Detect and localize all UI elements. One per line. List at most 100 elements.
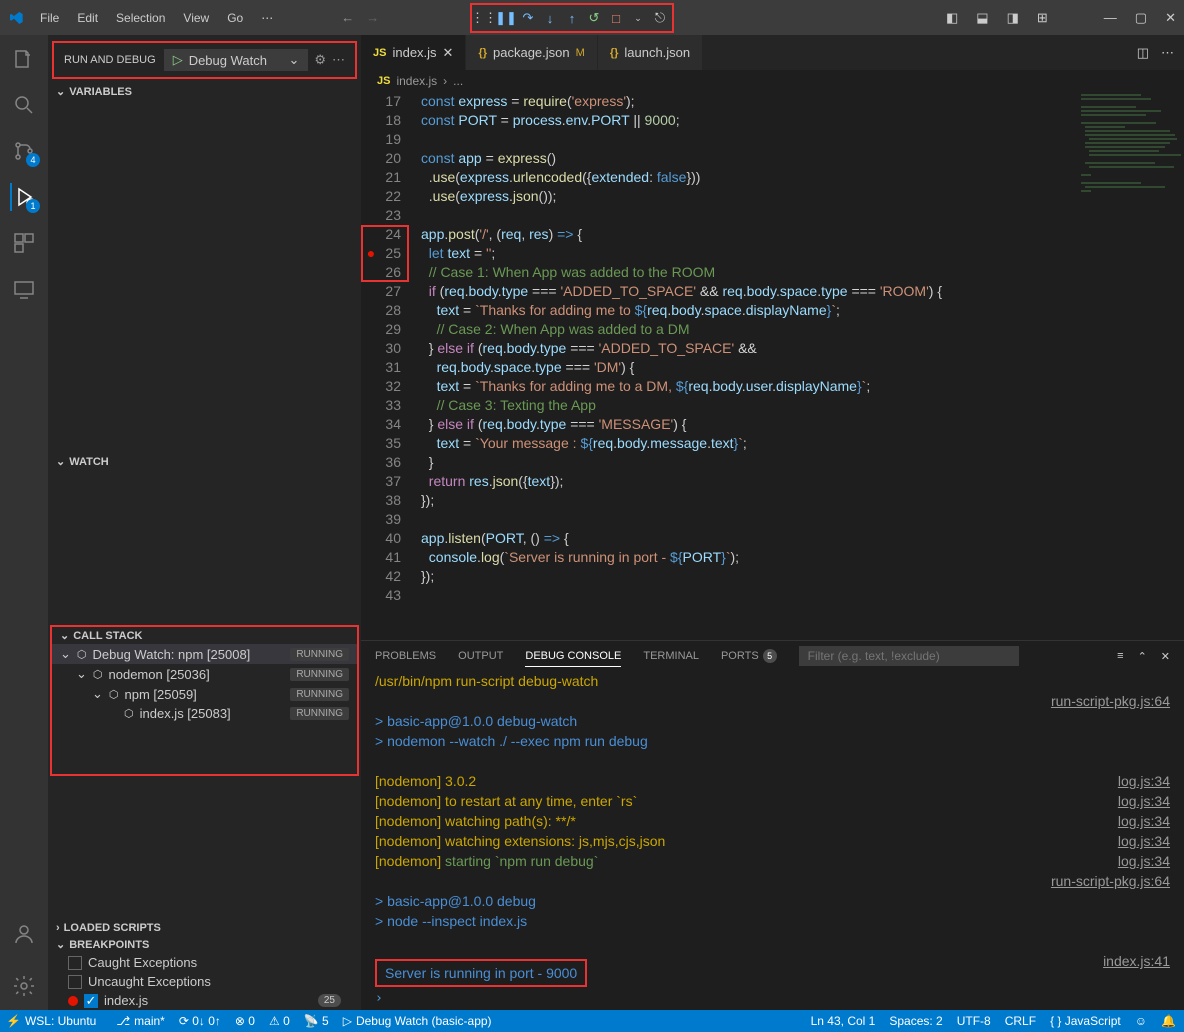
problems-errors[interactable]: ⊗ 0 (235, 1014, 255, 1028)
extensions-icon[interactable] (10, 229, 38, 257)
encoding[interactable]: UTF-8 (957, 1014, 991, 1028)
breakpoint-gutter[interactable] (361, 377, 381, 396)
editor-tab[interactable]: {}launch.json (598, 35, 703, 70)
gear-icon[interactable]: ⚙ (314, 52, 326, 68)
checkbox-checked-icon[interactable]: ✓ (84, 994, 98, 1008)
debug-drag-icon[interactable]: ⋮⋮ (474, 8, 494, 28)
breakpoint-gutter[interactable] (361, 586, 381, 605)
indentation[interactable]: Spaces: 2 (889, 1014, 942, 1028)
breakpoint-uncaught-exceptions[interactable]: Uncaught Exceptions (48, 972, 361, 991)
debug-step-into-icon[interactable]: ↓ (540, 8, 560, 28)
panel-maximize-icon[interactable]: ⌃ (1138, 650, 1147, 663)
debug-dropdown-icon[interactable]: ⌄ (628, 8, 648, 28)
code-line[interactable]: 31 req.body.space.type === 'DM') { (361, 358, 1184, 377)
settings-gear-icon[interactable] (10, 972, 38, 1000)
code-line[interactable]: 27 if (req.body.type === 'ADDED_TO_SPACE… (361, 282, 1184, 301)
breakpoint-gutter[interactable] (361, 434, 381, 453)
minimap[interactable] (1079, 92, 1184, 292)
console-source-link[interactable]: log.js:34 (1118, 791, 1170, 811)
accounts-icon[interactable] (10, 920, 38, 948)
code-line[interactable]: 38}); (361, 491, 1184, 510)
callstack-item[interactable]: ⬡index.js [25083]RUNNING (52, 704, 357, 723)
code-line[interactable]: 18const PORT = process.env.PORT || 9000; (361, 111, 1184, 130)
breakpoint-gutter[interactable] (361, 320, 381, 339)
code-line[interactable]: 36 } (361, 453, 1184, 472)
code-line[interactable]: 37 return res.json({text}); (361, 472, 1184, 491)
menu-more[interactable]: ⋯ (253, 7, 281, 29)
layout-primary-icon[interactable]: ◧ (946, 10, 958, 26)
breakpoint-gutter[interactable] (361, 358, 381, 377)
tab-debug-console[interactable]: DEBUG CONSOLE (525, 646, 621, 667)
breakpoint-gutter[interactable] (361, 130, 381, 149)
breakpoint-gutter[interactable] (361, 206, 381, 225)
loaded-scripts-header[interactable]: ›LOADED SCRIPTS (48, 920, 361, 936)
code-line[interactable]: 32 text = `Thanks for adding me to a DM,… (361, 377, 1184, 396)
callstack-item[interactable]: ⌄⬡nodemon [25036]RUNNING (52, 664, 357, 684)
explorer-icon[interactable] (10, 45, 38, 73)
code-line[interactable]: 22 .use(express.json()); (361, 187, 1184, 206)
code-line[interactable]: 40app.listen(PORT, () => { (361, 529, 1184, 548)
breakpoint-gutter[interactable] (361, 567, 381, 586)
code-line[interactable]: 43 (361, 586, 1184, 605)
tab-problems[interactable]: PROBLEMS (375, 646, 436, 666)
code-line[interactable]: 23 (361, 206, 1184, 225)
search-icon[interactable] (10, 91, 38, 119)
code-line[interactable]: 33 // Case 3: Texting the App (361, 396, 1184, 415)
code-line[interactable]: 24app.post('/', (req, res) => { (361, 225, 1184, 244)
debug-step-out-icon[interactable]: ↑ (562, 8, 582, 28)
nav-forward-icon[interactable]: → (366, 10, 379, 25)
console-output[interactable]: /usr/bin/npm run-script debug-watch run-… (361, 671, 1184, 987)
debug-config-select[interactable]: ▷ Debug Watch ⌄ (164, 49, 309, 71)
breakpoint-gutter[interactable] (361, 491, 381, 510)
remote-icon[interactable]: ⚡ (6, 1014, 21, 1028)
menu-file[interactable]: File (32, 7, 67, 29)
eol[interactable]: CRLF (1005, 1014, 1036, 1028)
code-line[interactable]: 34 } else if (req.body.type === 'MESSAGE… (361, 415, 1184, 434)
menu-go[interactable]: Go (219, 7, 251, 29)
debug-pause-icon[interactable]: ❚❚ (496, 8, 516, 28)
source-control-icon[interactable]: 4 (10, 137, 38, 165)
console-source-link[interactable]: log.js:34 (1118, 771, 1170, 791)
debug-status[interactable]: ▷Debug Watch (basic-app) (343, 1014, 492, 1028)
breakpoint-gutter[interactable] (361, 168, 381, 187)
language-mode[interactable]: { } JavaScript (1050, 1014, 1121, 1028)
code-line[interactable]: 35 text = `Your message : ${req.body.mes… (361, 434, 1184, 453)
port-forward[interactable]: 📡 5 (304, 1014, 329, 1028)
breakpoint-gutter[interactable] (361, 529, 381, 548)
breakpoint-caught-exceptions[interactable]: Caught Exceptions (48, 953, 361, 972)
breakpoint-gutter[interactable] (361, 301, 381, 320)
callstack-item[interactable]: ⌄⬡npm [25059]RUNNING (52, 684, 357, 704)
breakpoint-file-entry[interactable]: ✓index.js25 (48, 991, 361, 1010)
checkbox-icon[interactable] (68, 956, 82, 970)
debug-disconnect-icon[interactable]: ⎋ (650, 8, 670, 28)
breakpoint-gutter[interactable] (361, 510, 381, 529)
code-line[interactable]: 39 (361, 510, 1184, 529)
code-line[interactable]: 41 console.log(`Server is running in por… (361, 548, 1184, 567)
nav-back-icon[interactable]: ← (341, 10, 354, 25)
window-close-icon[interactable]: ✕ (1165, 10, 1176, 26)
breakpoint-gutter[interactable] (361, 396, 381, 415)
breakpoint-gutter[interactable] (361, 415, 381, 434)
variables-section-header[interactable]: ⌄VARIABLES (48, 83, 361, 100)
callstack-section-header[interactable]: ⌄CALL STACK (52, 627, 357, 644)
code-line[interactable]: 26 // Case 1: When App was added to the … (361, 263, 1184, 282)
debug-step-over-icon[interactable]: ↷ (518, 8, 538, 28)
git-branch[interactable]: ⎇main* (116, 1014, 165, 1028)
problems-warnings[interactable]: ⚠ 0 (269, 1014, 290, 1028)
remote-explorer-icon[interactable] (10, 275, 38, 303)
menu-edit[interactable]: Edit (69, 7, 106, 29)
breakpoint-gutter[interactable] (361, 149, 381, 168)
tab-output[interactable]: OUTPUT (458, 646, 503, 666)
breakpoint-gutter[interactable] (361, 92, 381, 111)
panel-close-icon[interactable]: ✕ (1161, 650, 1170, 663)
code-line[interactable]: 42}); (361, 567, 1184, 586)
cursor-position[interactable]: Ln 43, Col 1 (811, 1014, 876, 1028)
run-debug-icon[interactable]: 1 (10, 183, 38, 211)
clear-console-icon[interactable]: ≡ (1117, 650, 1123, 662)
code-line[interactable]: 28 text = `Thanks for adding me to ${req… (361, 301, 1184, 320)
checkbox-icon[interactable] (68, 975, 82, 989)
breakpoint-gutter[interactable] (361, 111, 381, 130)
more-icon[interactable]: ⋯ (332, 52, 345, 68)
code-line[interactable]: 17const express = require('express'); (361, 92, 1184, 111)
console-source-link[interactable]: run-script-pkg.js:64 (1051, 691, 1170, 711)
